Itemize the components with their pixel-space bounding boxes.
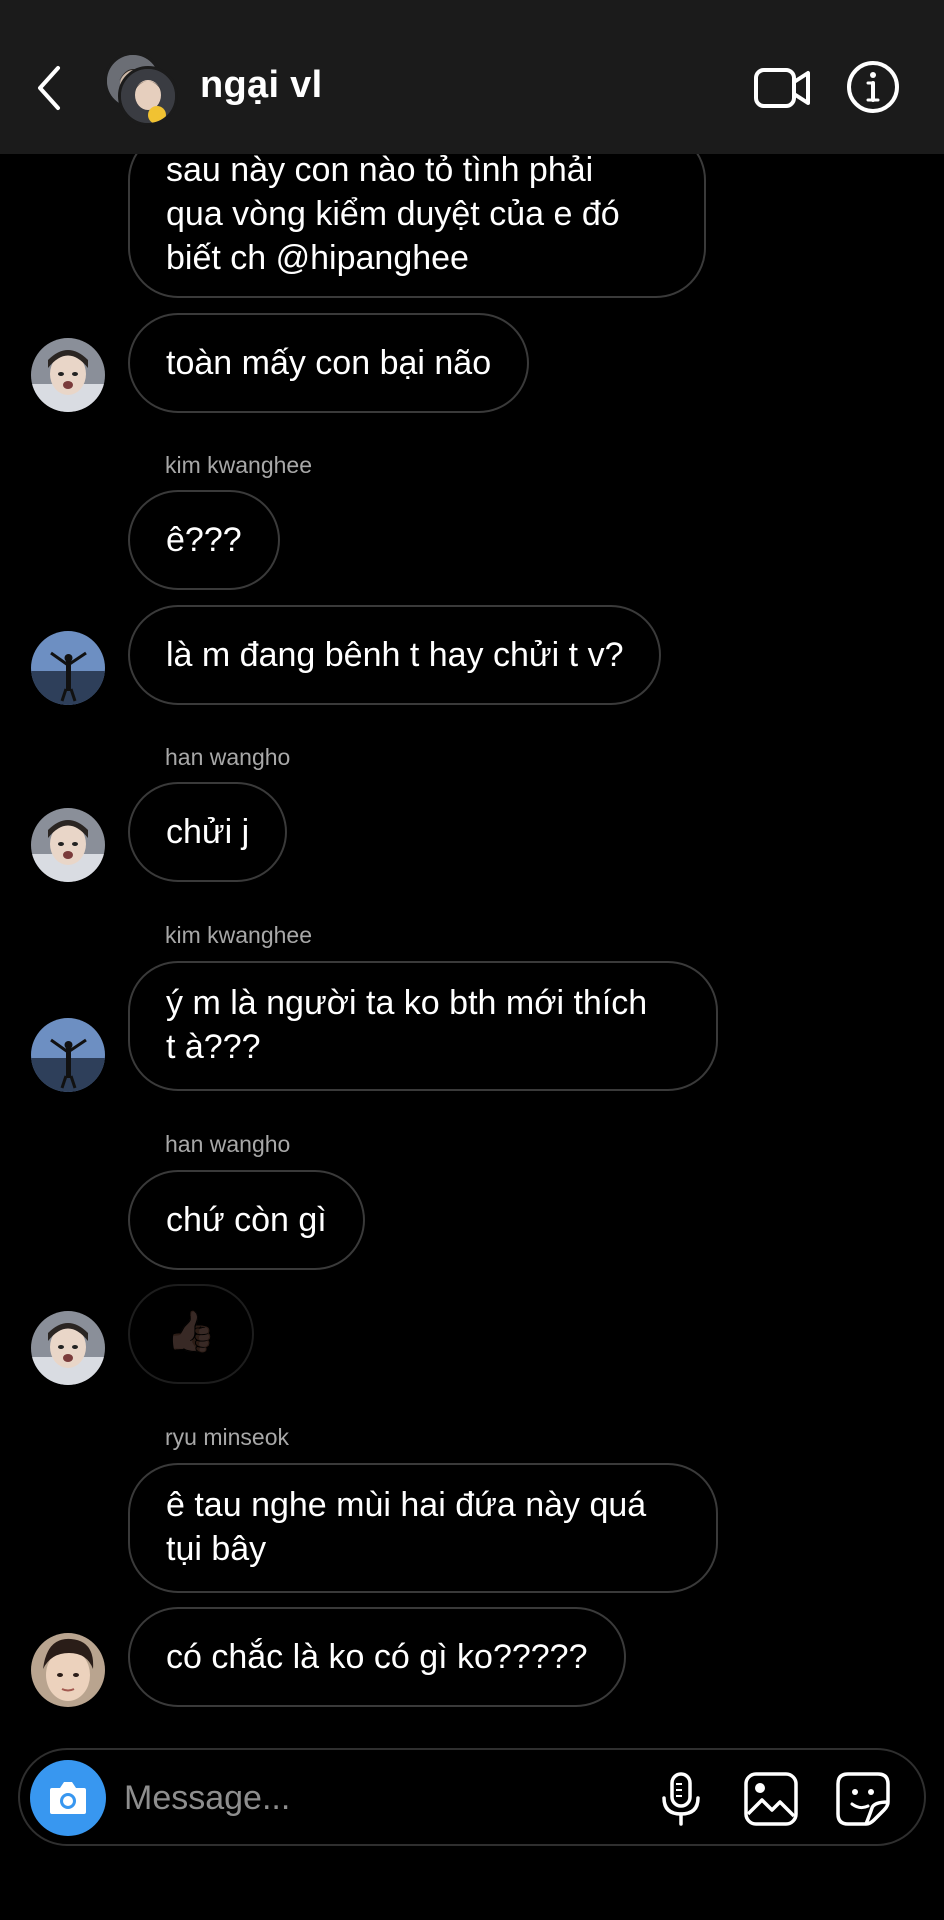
sender-name: han wangho (165, 744, 291, 770)
avatar-photo (31, 808, 105, 882)
microphone-icon (662, 1772, 700, 1826)
voice-message-button[interactable] (656, 1770, 706, 1828)
camera-icon (50, 1782, 86, 1814)
info-icon (847, 61, 899, 113)
message-bubble-reaction[interactable]: 👍🏿 (128, 1284, 254, 1384)
avatar-han-wangho[interactable] (31, 1311, 105, 1385)
sender-name: kim kwanghee (165, 922, 313, 948)
avatar-kim-kwanghee[interactable] (31, 1018, 105, 1092)
video-call-button[interactable] (752, 64, 812, 112)
message-bubble[interactable]: sau này con nào tỏ tình phải qua vòng ki… (128, 130, 706, 298)
back-button[interactable] (30, 60, 70, 116)
message-bubble[interactable]: ê tau nghe mùi hai đứa này quá tụi bây (128, 1463, 718, 1593)
avatar-han-wangho[interactable] (31, 808, 105, 882)
message-bubble[interactable]: ý m là người ta ko bth mới thích t à??? (128, 961, 718, 1091)
avatar-photo (31, 1311, 105, 1385)
chat-header: ngại vl (0, 0, 944, 154)
message-bubble[interactable]: có chắc là ko có gì ko????? (128, 1607, 626, 1707)
sender-name: han wangho (165, 1131, 291, 1157)
message-input[interactable] (124, 1770, 524, 1826)
message-bubble[interactable]: chửi j (128, 782, 288, 882)
avatar-photo (121, 69, 175, 123)
avatar-kim-kwanghee[interactable] (31, 631, 105, 705)
avatar-ryu-minseok[interactable] (31, 1633, 105, 1707)
chat-title[interactable]: ngại vl (200, 64, 322, 107)
avatar-photo (31, 1018, 105, 1092)
message-bubble[interactable]: chứ còn gì (128, 1170, 365, 1270)
chat-screen: sau này con nào tỏ tình phải qua vòng ki… (0, 0, 944, 1920)
gallery-button[interactable] (742, 1770, 800, 1828)
camera-button[interactable] (30, 1760, 106, 1836)
sender-name: kim kwanghee (165, 452, 313, 478)
avatar-photo (31, 1633, 105, 1707)
video-camera-icon (754, 68, 810, 108)
message-composer (18, 1748, 926, 1846)
sticker-button[interactable] (834, 1770, 892, 1828)
chevron-left-icon (38, 66, 60, 110)
group-avatar-front (118, 66, 178, 126)
sticker-icon (836, 1772, 890, 1826)
image-icon (744, 1772, 798, 1826)
info-button[interactable] (846, 60, 900, 114)
message-bubble[interactable]: là m đang bênh t hay chửi t v? (128, 605, 662, 705)
group-avatar[interactable] (104, 52, 178, 126)
sender-name: ryu minseok (165, 1424, 289, 1450)
message-bubble[interactable]: ê??? (128, 490, 280, 590)
avatar-photo (31, 338, 105, 412)
message-bubble[interactable]: toàn mấy con bại não (128, 313, 530, 413)
avatar-han-wangho[interactable] (31, 338, 105, 412)
avatar-photo (31, 631, 105, 705)
